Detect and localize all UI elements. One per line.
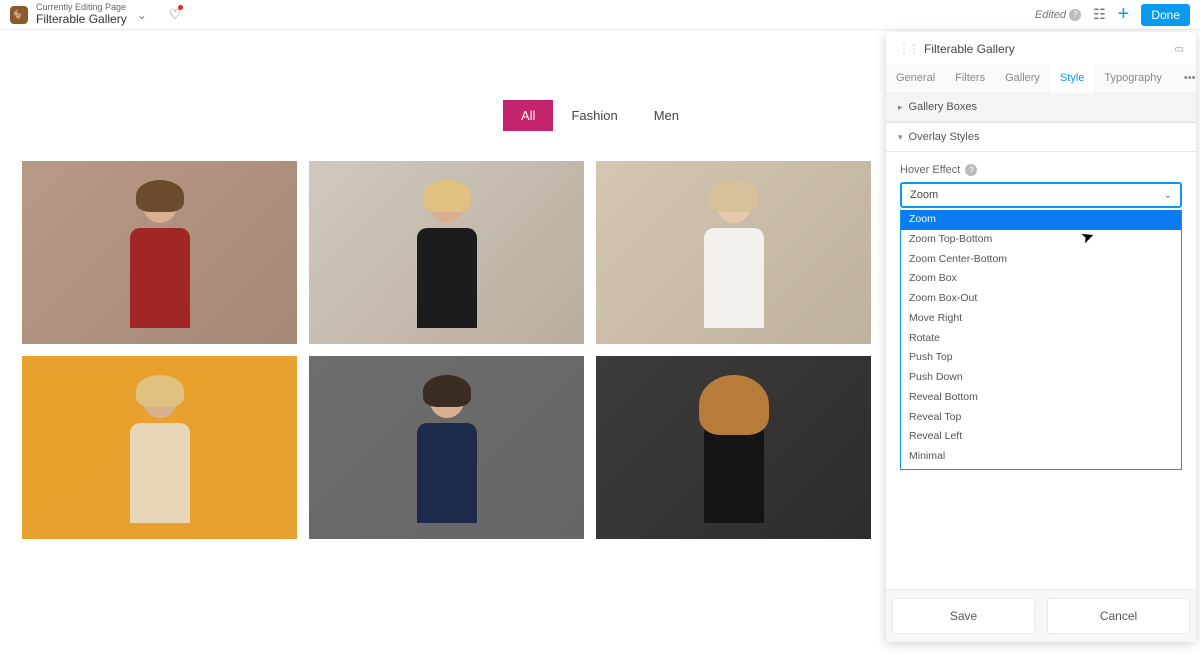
dropdown-option[interactable]: Reveal Bottom [901,388,1181,408]
section-gallery-boxes[interactable]: ▸ Gallery Boxes [886,93,1196,122]
tab-gallery[interactable]: Gallery [995,64,1050,92]
dropdown-option[interactable]: Reveal Top [901,408,1181,428]
outline-icon[interactable]: ☷ [1093,6,1106,23]
settings-panel: ⋮⋮ Filterable Gallery ▭ General Filters … [886,32,1196,642]
bell-icon[interactable]: ♡ [169,6,182,23]
page-title: Filterable Gallery [36,12,127,26]
add-icon[interactable]: + [1118,3,1130,26]
hover-effect-label: Hover Effect ? [900,164,1182,176]
panel-tabs: General Filters Gallery Style Typography… [886,64,1196,93]
top-right-actions: Edited ? ☷ + Done [1035,3,1190,26]
gallery-item[interactable] [22,356,297,539]
save-button[interactable]: Save [892,598,1035,634]
gallery-item[interactable] [309,161,584,344]
dropdown-option[interactable]: Zoom Top-Bottom [901,230,1181,250]
panel-title: Filterable Gallery [924,42,1015,56]
dropdown-option[interactable]: Push Top [901,348,1181,368]
help-icon[interactable]: ? [965,164,977,176]
filter-tab-all[interactable]: All [503,100,553,131]
section-label: Overlay Styles [909,131,980,143]
dropdown-option[interactable]: Zoom [901,210,1181,230]
dropdown-option[interactable]: Reveal Left [901,427,1181,447]
dropdown-option[interactable]: Zoom Center-Bottom [901,250,1181,270]
select-value: Zoom [910,189,938,201]
top-bar: 🐿️ Currently Editing Page Filterable Gal… [0,0,1200,30]
chevron-right-icon: ▸ [898,102,903,113]
filter-tab-fashion[interactable]: Fashion [553,100,635,131]
chevron-down-icon: ▾ [898,132,903,143]
filter-tab-men[interactable]: Men [636,100,697,131]
panel-footer: Save Cancel [886,589,1196,642]
gallery-item[interactable] [309,356,584,539]
help-icon: ? [1069,9,1081,21]
expand-icon[interactable]: ▭ [1175,44,1184,55]
section-label: Gallery Boxes [909,101,977,113]
dropdown-option[interactable]: Zoom Box [901,269,1181,289]
edited-label: Edited [1035,9,1066,21]
dropdown-option[interactable]: Rotate [901,329,1181,349]
done-button[interactable]: Done [1141,4,1190,26]
dropdown-option[interactable]: Push Down [901,368,1181,388]
tab-filters[interactable]: Filters [945,64,995,92]
gallery-item[interactable] [596,161,871,344]
dropdown-option[interactable]: Minimal [901,447,1181,467]
cancel-button[interactable]: Cancel [1047,598,1190,634]
gallery-item[interactable] [22,161,297,344]
tab-style[interactable]: Style [1050,64,1094,92]
app-logo: 🐿️ [10,6,28,24]
tab-typography[interactable]: Typography [1094,64,1171,92]
section-content: Hover Effect ? Zoom ⌄ Zoom Zoom Top-Bott… [886,152,1196,220]
dropdown-option[interactable]: Zoom Box-Out [901,289,1181,309]
tab-general[interactable]: General [886,64,945,92]
chevron-down-icon[interactable]: ⌄ [137,8,147,22]
gallery-item[interactable] [596,356,871,539]
main-area: All Fashion Men ⋮⋮ Filterable Gallery ▭ … [0,30,1200,656]
hover-effect-select[interactable]: Zoom ⌄ Zoom Zoom Top-Bottom Zoom Center-… [900,182,1182,208]
dropdown-option[interactable]: Move Right [901,309,1181,329]
editing-label: Currently Editing Page [36,3,127,12]
section-overlay-styles[interactable]: ▾ Overlay Styles [886,122,1196,152]
dropdown-option[interactable]: FadeIn [901,467,1181,470]
panel-header[interactable]: ⋮⋮ Filterable Gallery ▭ [886,32,1196,64]
chevron-down-icon: ⌄ [1164,190,1172,201]
tab-overflow[interactable]: ••• [1172,64,1200,92]
edited-status[interactable]: Edited ? [1035,9,1081,21]
drag-handle-icon[interactable]: ⋮⋮ [898,42,918,56]
hover-effect-dropdown: Zoom Zoom Top-Bottom Zoom Center-Bottom … [900,210,1182,470]
page-title-block[interactable]: Currently Editing Page Filterable Galler… [36,3,127,26]
